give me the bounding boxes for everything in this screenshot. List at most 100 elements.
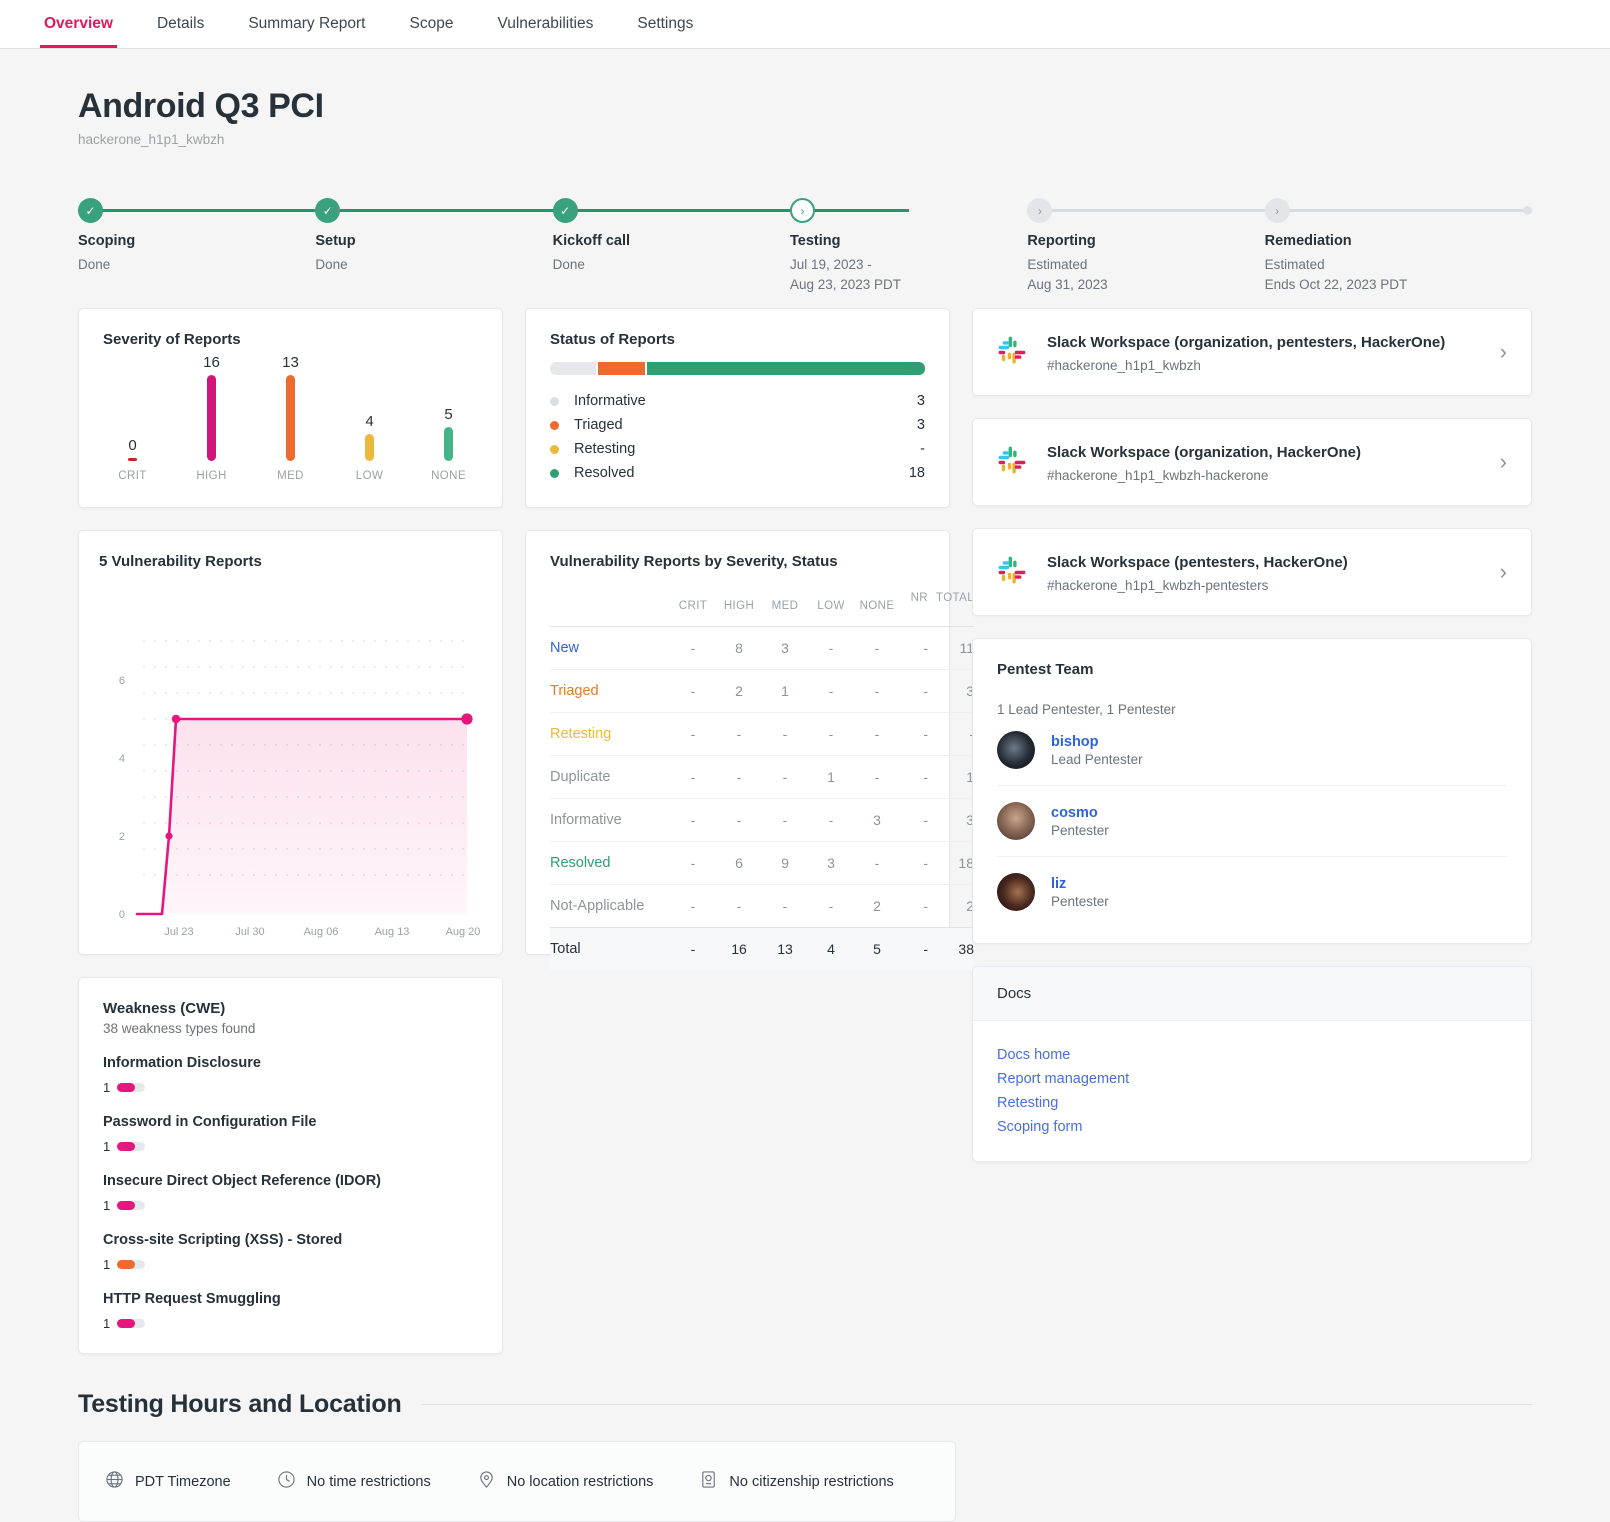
globe-icon bbox=[105, 1470, 135, 1493]
table-row[interactable]: Duplicate---1--1 bbox=[550, 756, 974, 799]
matrix-row-label[interactable]: Resolved bbox=[550, 842, 670, 885]
matrix-cell: - bbox=[854, 713, 900, 756]
timeline-step-label: Remediation bbox=[1265, 233, 1352, 249]
weakness-name: HTTP Request Smuggling bbox=[103, 1291, 478, 1307]
timeline-step-label: Reporting bbox=[1027, 233, 1095, 249]
severity-bar-value: 16 bbox=[203, 354, 220, 371]
team-member-name[interactable]: bishop bbox=[1051, 734, 1143, 750]
docs-link[interactable]: Scoping form bbox=[997, 1115, 1507, 1139]
slack-workspace-card[interactable]: Slack Workspace (organization, HackerOne… bbox=[972, 418, 1532, 506]
slack-workspace-card[interactable]: Slack Workspace (organization, pentester… bbox=[972, 308, 1532, 396]
table-row[interactable]: Resolved-693--18 bbox=[550, 842, 974, 885]
timeline-connector bbox=[315, 209, 552, 212]
tab-overview[interactable]: Overview bbox=[22, 0, 135, 48]
matrix-cell: 3 bbox=[808, 842, 854, 885]
slack-card-body: Slack Workspace (organization, pentester… bbox=[1047, 331, 1486, 373]
tab-settings[interactable]: Settings bbox=[615, 0, 715, 48]
matrix-row-label[interactable]: Triaged bbox=[550, 670, 670, 713]
weakness-meter-track bbox=[117, 1260, 145, 1269]
chevron-right-icon[interactable]: › bbox=[1500, 451, 1507, 473]
matrix-cell-nr: - bbox=[900, 885, 928, 928]
matrix-cell: - bbox=[854, 627, 900, 670]
chevron-right-icon: › bbox=[790, 198, 815, 223]
weakness-item: Information Disclosure1 bbox=[103, 1055, 478, 1095]
trend-chart: 6 4 2 0 Jul 23 Jul 30 Au bbox=[99, 588, 482, 943]
docs-link[interactable]: Retesting bbox=[997, 1091, 1507, 1115]
svg-text:Aug 13: Aug 13 bbox=[375, 926, 410, 938]
tab-summary-report[interactable]: Summary Report bbox=[226, 0, 387, 48]
table-row[interactable]: Retesting------- bbox=[550, 713, 974, 756]
slack-channel-name: #hackerone_h1p1_kwbzh-hackerone bbox=[1047, 468, 1486, 483]
tab-details[interactable]: Details bbox=[135, 0, 226, 48]
matrix-corner bbox=[550, 592, 670, 627]
weakness-name: Insecure Direct Object Reference (IDOR) bbox=[103, 1173, 478, 1189]
reports-by-severity-status-card: Vulnerability Reports by Severity, Statu… bbox=[525, 530, 950, 955]
weakness-count: 1 bbox=[103, 1198, 110, 1213]
chevron-right-icon: › bbox=[1265, 198, 1290, 223]
check-icon: ✓ bbox=[78, 198, 103, 223]
matrix-col-total: TOTAL bbox=[928, 592, 974, 627]
weakness-name: Password in Configuration File bbox=[103, 1114, 478, 1130]
docs-link-list: Docs homeReport managementRetestingScopi… bbox=[973, 1021, 1531, 1161]
slack-icon bbox=[997, 555, 1027, 590]
testing-hours-label: PDT Timezone bbox=[135, 1474, 231, 1490]
timeline-connector bbox=[1265, 209, 1502, 212]
left-column: Severity of Reports 0CRIT16HIGH13MED4LOW… bbox=[78, 308, 503, 1376]
slack-workspace-card[interactable]: Slack Workspace (pentesters, HackerOne)#… bbox=[972, 528, 1532, 616]
tab-label: Scope bbox=[409, 15, 453, 33]
matrix-cell-nr: - bbox=[900, 756, 928, 799]
matrix-row-label[interactable]: New bbox=[550, 627, 670, 670]
matrix-cell-total: 3 bbox=[928, 670, 974, 713]
matrix-col-crit: CRIT bbox=[670, 592, 716, 627]
table-row[interactable]: Informative----3-3 bbox=[550, 799, 974, 842]
right-column: Slack Workspace (organization, pentester… bbox=[972, 308, 1532, 1184]
weakness-count: 1 bbox=[103, 1257, 110, 1272]
weakness-item: Insecure Direct Object Reference (IDOR) 1 bbox=[103, 1173, 478, 1213]
matrix-col-med: MED bbox=[762, 592, 808, 627]
team-member-name[interactable]: cosmo bbox=[1051, 805, 1109, 821]
docs-link[interactable]: Docs home bbox=[997, 1043, 1507, 1067]
matrix-cell: - bbox=[670, 885, 716, 928]
status-card-title: Status of Reports bbox=[550, 331, 925, 348]
matrix-cell: - bbox=[762, 756, 808, 799]
matrix-row-label[interactable]: Informative bbox=[550, 799, 670, 842]
docs-link[interactable]: Report management bbox=[997, 1067, 1507, 1091]
matrix-cell: - bbox=[808, 670, 854, 713]
status-bar-segment-resolved bbox=[647, 362, 925, 375]
chevron-right-icon[interactable]: › bbox=[1500, 561, 1507, 583]
weakness-count: 1 bbox=[103, 1080, 110, 1095]
tab-scope[interactable]: Scope bbox=[387, 0, 475, 48]
timeline-step-label: Setup bbox=[315, 233, 355, 249]
matrix-cell: 3 bbox=[762, 627, 808, 670]
status-legend-row: Informative3 bbox=[550, 389, 925, 413]
testing-hours-label: No citizenship restrictions bbox=[729, 1474, 893, 1490]
matrix-row-label[interactable]: Retesting bbox=[550, 713, 670, 756]
matrix-cell: - bbox=[808, 885, 854, 928]
tab-vulnerabilities[interactable]: Vulnerabilities bbox=[475, 0, 615, 48]
table-row[interactable]: Triaged-21---3 bbox=[550, 670, 974, 713]
weakness-meter: 1 bbox=[103, 1316, 478, 1331]
weakness-item: Password in Configuration File1 bbox=[103, 1114, 478, 1154]
team-member-name[interactable]: liz bbox=[1051, 876, 1109, 892]
table-row[interactable]: New-83---11 bbox=[550, 627, 974, 670]
weakness-meter-track bbox=[117, 1083, 145, 1092]
matrix-row-label[interactable]: Not-Applicable bbox=[550, 885, 670, 928]
matrix-cell-total: 38 bbox=[928, 928, 974, 971]
testing-hours-header: Testing Hours and Location bbox=[78, 1390, 1532, 1419]
matrix-cell: 1 bbox=[808, 756, 854, 799]
slack-workspace-name: Slack Workspace (organization, pentester… bbox=[1047, 331, 1486, 355]
pin-icon bbox=[477, 1470, 507, 1493]
matrix-row-label[interactable]: Duplicate bbox=[550, 756, 670, 799]
team-member-row: lizPentester bbox=[997, 856, 1507, 927]
table-row[interactable]: Not-Applicable----2-2 bbox=[550, 885, 974, 928]
status-bar-segment-informative bbox=[550, 362, 596, 375]
matrix-cell-nr: - bbox=[900, 842, 928, 885]
status-legend-label: Retesting bbox=[574, 441, 920, 457]
chevron-right-icon[interactable]: › bbox=[1500, 341, 1507, 363]
timeline-connector bbox=[1027, 209, 1264, 212]
status-legend-row: Triaged3 bbox=[550, 413, 925, 437]
matrix-cell: - bbox=[762, 799, 808, 842]
matrix-cell: - bbox=[808, 713, 854, 756]
timeline-step-meta: EstimatedEnds Oct 22, 2023 PDT bbox=[1265, 255, 1408, 295]
team-member-role: Lead Pentester bbox=[1051, 752, 1143, 767]
